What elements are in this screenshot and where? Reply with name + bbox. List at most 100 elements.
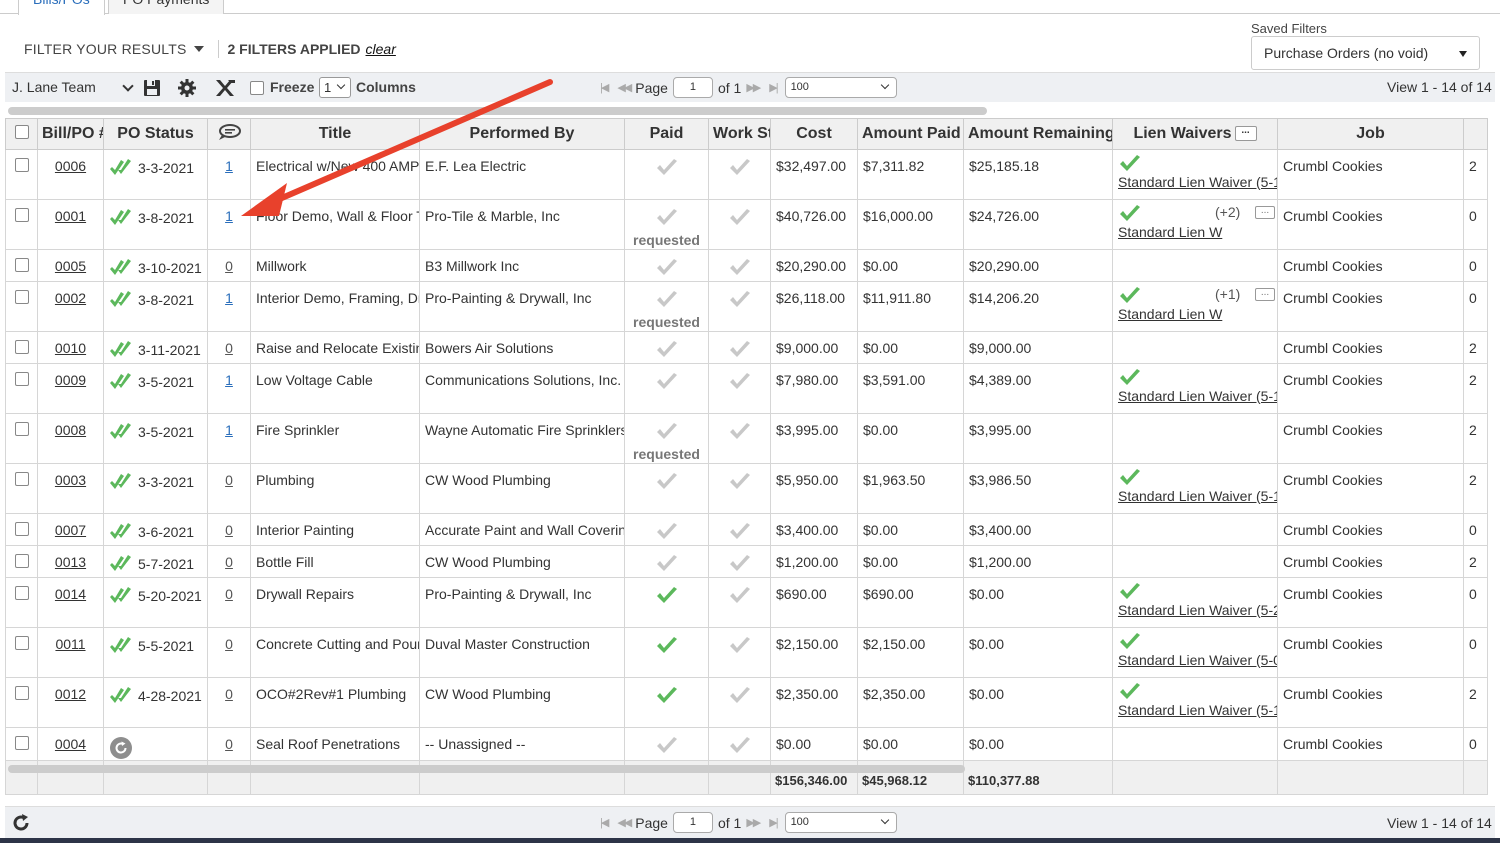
row-checkbox[interactable]: [14, 636, 29, 650]
select-all-checkbox[interactable]: [14, 124, 29, 139]
page-input[interactable]: 1: [672, 812, 713, 833]
comments-count-link[interactable]: 1: [225, 290, 233, 306]
col-performed-by[interactable]: Performed By: [419, 118, 625, 150]
row-checkbox[interactable]: [14, 422, 29, 436]
excel-export-icon[interactable]: [214, 78, 235, 98]
col-comments[interactable]: [207, 118, 251, 150]
comments-count-link[interactable]: 0: [225, 258, 233, 274]
bill-po-link[interactable]: 0001: [55, 208, 86, 224]
lien-waiver-link[interactable]: Standard Lien Waiver (5-2: [1118, 602, 1277, 618]
table-row[interactable]: 0003 3-3-2021 0 Plumbing CW Wood Plumbin…: [5, 463, 1488, 514]
col-paid[interactable]: Paid: [624, 118, 709, 150]
table-row[interactable]: 0002 3-8-2021 1 Interior Demo, Framing, …: [5, 281, 1488, 332]
col-lien-waivers[interactable]: Lien Waivers...: [1112, 118, 1278, 150]
more-options-icon[interactable]: ...: [1255, 206, 1275, 219]
last-page-icon[interactable]: ▶|: [769, 816, 778, 829]
comments-count-link[interactable]: 0: [225, 736, 233, 752]
bill-po-link[interactable]: 0003: [55, 472, 86, 488]
table-row[interactable]: 0008 3-5-2021 1 Fire Sprinkler Wayne Aut…: [5, 413, 1488, 464]
freeze-columns-select[interactable]: 1: [319, 77, 351, 98]
row-checkbox[interactable]: [14, 158, 29, 172]
saved-filters-select[interactable]: Purchase Orders (no void): [1251, 36, 1480, 70]
team-select[interactable]: J. Lane Team: [12, 79, 134, 95]
col-amount-paid[interactable]: Amount Paid: [857, 118, 964, 150]
col-bill-po[interactable]: Bill/PO #: [37, 118, 104, 150]
row-checkbox[interactable]: [14, 372, 29, 386]
row-checkbox[interactable]: [14, 586, 29, 600]
table-row[interactable]: 0001 3-8-2021 1 Floor Demo, Wall & Floor…: [5, 199, 1488, 250]
comments-count-link[interactable]: 1: [225, 208, 233, 224]
bill-po-link[interactable]: 0011: [55, 636, 85, 652]
table-row[interactable]: 0005 3-10-2021 0 Millwork B3 Millwork In…: [5, 249, 1488, 282]
table-row[interactable]: 0012 4-28-2021 0 OCO#2Rev#1 Plumbing CW …: [5, 677, 1488, 728]
row-checkbox[interactable]: [14, 208, 29, 222]
tab-bills-pos[interactable]: Bills/POs: [18, 0, 105, 15]
next-page-icon[interactable]: ▶▶: [746, 816, 761, 829]
freeze-checkbox[interactable]: [250, 81, 264, 95]
row-checkbox[interactable]: [14, 472, 29, 486]
bill-po-link[interactable]: 0006: [55, 158, 86, 174]
table-row[interactable]: 0009 3-5-2021 1 Low Voltage Cable Commun…: [5, 363, 1488, 414]
bill-po-link[interactable]: 0010: [55, 340, 86, 356]
bill-po-link[interactable]: 0009: [55, 372, 86, 388]
bill-po-link[interactable]: 0008: [55, 422, 86, 438]
select-all-header[interactable]: [5, 118, 38, 150]
lien-waiver-link[interactable]: Standard Lien Waiver (5-1: [1118, 174, 1277, 190]
comments-count-link[interactable]: 1: [225, 158, 233, 174]
comments-count-link[interactable]: 0: [225, 472, 233, 488]
bill-po-link[interactable]: 0005: [55, 258, 86, 274]
table-row[interactable]: 0007 3-6-2021 0 Interior Painting Accura…: [5, 513, 1488, 546]
caret-down-icon[interactable]: [193, 46, 204, 52]
bill-po-link[interactable]: 0004: [55, 736, 86, 752]
first-page-icon[interactable]: |◀: [600, 81, 609, 94]
col-work-status[interactable]: Work St: [708, 118, 771, 150]
col-title[interactable]: Title: [250, 118, 420, 150]
filter-results-toggle[interactable]: FILTER YOUR RESULTS: [24, 41, 187, 57]
tab-po-payments[interactable]: PO Payments: [108, 0, 225, 14]
more-options-icon[interactable]: ...: [1234, 126, 1257, 142]
comments-count-link[interactable]: 0: [225, 636, 233, 652]
row-checkbox[interactable]: [14, 340, 29, 354]
row-checkbox[interactable]: [14, 686, 29, 700]
comments-count-link[interactable]: 0: [225, 686, 233, 702]
lien-waiver-link[interactable]: Standard Lien Waiver (5-1: [1118, 702, 1277, 718]
first-page-icon[interactable]: |◀: [600, 816, 609, 829]
save-icon[interactable]: [142, 78, 162, 98]
bill-po-link[interactable]: 0013: [55, 554, 86, 570]
page-size-select[interactable]: 100: [784, 812, 897, 833]
page-size-select[interactable]: 100: [784, 77, 897, 98]
bill-po-link[interactable]: 0002: [55, 290, 86, 306]
more-options-icon[interactable]: ...: [1255, 288, 1275, 301]
table-row[interactable]: 0011 5-5-2021 0 Concrete Cutting and Pou…: [5, 627, 1488, 678]
row-checkbox[interactable]: [14, 258, 29, 272]
page-input[interactable]: 1: [672, 77, 713, 98]
col-po-status[interactable]: PO Status: [103, 118, 208, 150]
lien-waiver-link[interactable]: Standard Lien Waiver (5-0: [1118, 652, 1277, 668]
col-job[interactable]: Job: [1277, 118, 1464, 150]
table-row[interactable]: 0014 5-20-2021 0 Drywall Repairs Pro-Pai…: [5, 577, 1488, 628]
table-row[interactable]: 0013 5-7-2021 0 Bottle Fill CW Wood Plum…: [5, 545, 1488, 578]
row-checkbox[interactable]: [14, 290, 29, 304]
table-row[interactable]: 0010 3-11-2021 0 Raise and Relocate Exis…: [5, 331, 1488, 364]
comments-count-link[interactable]: 0: [225, 554, 233, 570]
col-amount-remaining[interactable]: Amount Remaining: [963, 118, 1113, 150]
comments-count-link[interactable]: 0: [225, 522, 233, 538]
table-row[interactable]: 0004 0 Seal Roof Penetrations -- Unassig…: [5, 727, 1488, 761]
gear-icon[interactable]: [177, 78, 197, 98]
table-row[interactable]: 0006 3-3-2021 1 Electrical w/New 400 AMP…: [5, 149, 1488, 200]
row-checkbox[interactable]: [14, 554, 29, 568]
horizontal-scrollbar-top[interactable]: [8, 107, 987, 115]
clear-filters-link[interactable]: clear: [366, 41, 396, 57]
lien-waiver-link[interactable]: Standard Lien W: [1118, 224, 1222, 240]
prev-page-icon[interactable]: ◀◀: [617, 81, 632, 94]
next-page-icon[interactable]: ▶▶: [746, 81, 761, 94]
horizontal-scrollbar-bottom[interactable]: [8, 765, 965, 773]
bill-po-link[interactable]: 0007: [55, 522, 86, 538]
comments-count-link[interactable]: 1: [225, 372, 233, 388]
col-cost[interactable]: Cost: [770, 118, 858, 150]
lien-waiver-link[interactable]: Standard Lien Waiver (5-1: [1118, 488, 1277, 504]
prev-page-icon[interactable]: ◀◀: [617, 816, 632, 829]
refresh-icon[interactable]: [11, 813, 31, 836]
bill-po-link[interactable]: 0012: [55, 686, 86, 702]
comments-count-link[interactable]: 1: [225, 422, 233, 438]
